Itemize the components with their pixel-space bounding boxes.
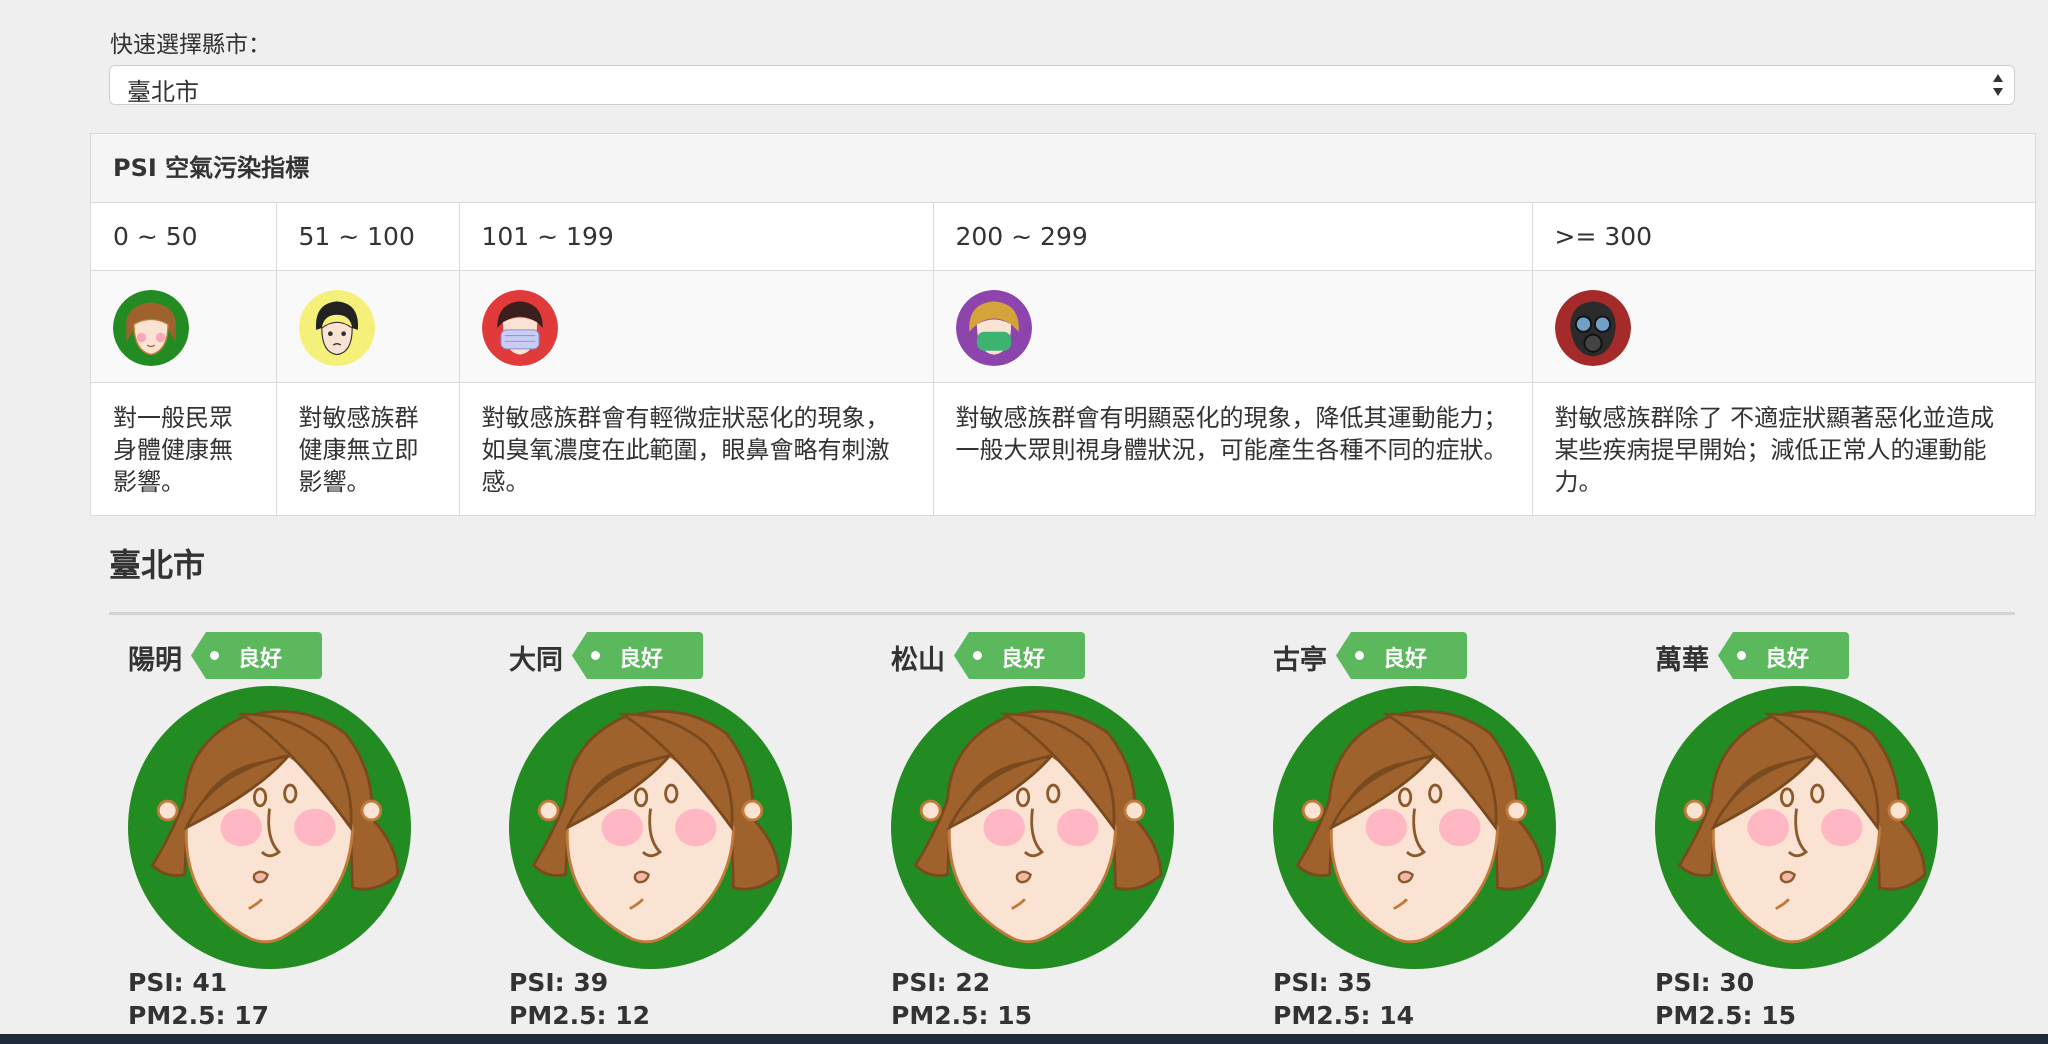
station-card[interactable]: 萬華 良好 PSI: 30 PM2.5: 15 xyxy=(1636,632,1936,1042)
station-name: 陽明 xyxy=(128,645,182,676)
psi-range: 51 ~ 100 xyxy=(276,203,460,271)
yellow-face-icon xyxy=(298,290,375,366)
psi-description: 對敏感族群除了 不適症狀顯著惡化並造成某些疾病提早開始；減低正常人的運動能力。 xyxy=(1554,404,1995,496)
psi-panel-title: PSI 空氣污染指標 xyxy=(91,134,2035,203)
good-face-icon xyxy=(128,686,411,969)
psi-value: PSI: 41 xyxy=(128,968,228,997)
station-card[interactable]: 陽明 良好 PSI: 41 PM2.5: 17 xyxy=(109,632,409,1042)
pm25-value: PM2.5: 17 xyxy=(128,1001,269,1030)
station-name: 大同 xyxy=(509,645,563,676)
psi-value: PSI: 30 xyxy=(1655,968,1755,997)
purple-mask-face-icon xyxy=(955,290,1032,366)
select-arrows-icon xyxy=(1993,74,2003,96)
good-face-icon xyxy=(509,686,792,969)
station-name: 古亭 xyxy=(1273,645,1327,676)
dot-icon xyxy=(1737,651,1746,660)
psi-description: 對敏感族群健康無立即影響。 xyxy=(276,382,460,516)
pm25-value: PM2.5: 15 xyxy=(1655,1001,1796,1030)
green-face-icon xyxy=(113,290,189,366)
psi-description: 對敏感族群會有輕微症狀惡化的現象，如臭氧濃度在此範圍，眼鼻會略有刺激感。 xyxy=(459,382,934,516)
bottom-bar xyxy=(0,1034,2048,1044)
station-card[interactable]: 松山 良好 PSI: 22 PM2.5: 15 xyxy=(872,632,1172,1042)
status-badge: 良好 xyxy=(954,632,1085,679)
status-badge: 良好 xyxy=(1336,632,1467,679)
status-badge: 良好 xyxy=(191,632,322,679)
good-face-icon xyxy=(1655,686,1938,969)
area-title: 臺北市 xyxy=(109,546,206,584)
quick-select-label: 快速選擇縣市： xyxy=(110,32,271,58)
divider xyxy=(109,612,2015,615)
good-face-icon xyxy=(1273,686,1556,969)
station-name: 萬華 xyxy=(1655,645,1709,676)
dot-icon xyxy=(591,651,600,660)
red-mask-face-icon xyxy=(481,290,558,366)
psi-panel: PSI 空氣污染指標 0 ~ 50 51 ~ 100 101 ~ 199 200… xyxy=(90,133,2036,516)
pm25-value: PM2.5: 12 xyxy=(509,1001,650,1030)
status-badge: 良好 xyxy=(1718,632,1849,679)
status-badge: 良好 xyxy=(572,632,703,679)
pm25-value: PM2.5: 15 xyxy=(891,1001,1032,1030)
gas-mask-face-icon xyxy=(1554,290,1631,366)
station-card[interactable]: 大同 良好 PSI: 39 PM2.5: 12 xyxy=(490,632,790,1042)
city-select[interactable]: 臺北市 xyxy=(109,65,2015,106)
psi-description: 對一般民眾身體健康無影響。 xyxy=(91,382,277,516)
dot-icon xyxy=(210,651,219,660)
station-card[interactable]: 古亭 良好 PSI: 35 PM2.5: 14 xyxy=(1254,632,1554,1042)
psi-range: 0 ~ 50 xyxy=(91,203,277,271)
psi-table: 0 ~ 50 51 ~ 100 101 ~ 199 200 ~ 299 >= 3… xyxy=(91,203,2035,516)
dot-icon xyxy=(1355,651,1364,660)
psi-value: PSI: 39 xyxy=(509,968,609,997)
psi-description: 對敏感族群會有明顯惡化的現象，降低其運動能力；一般大眾則視身體狀況，可能產生各種… xyxy=(933,382,1533,516)
psi-range: 200 ~ 299 xyxy=(933,203,1533,271)
psi-value: PSI: 22 xyxy=(891,968,991,997)
psi-value: PSI: 35 xyxy=(1273,968,1373,997)
dot-icon xyxy=(973,651,982,660)
pm25-value: PM2.5: 14 xyxy=(1273,1001,1414,1030)
city-select-value: 臺北市 xyxy=(127,78,199,106)
station-name: 松山 xyxy=(891,645,945,676)
psi-range: >= 300 xyxy=(1532,203,2035,271)
psi-range: 101 ~ 199 xyxy=(459,203,934,271)
good-face-icon xyxy=(891,686,1174,969)
